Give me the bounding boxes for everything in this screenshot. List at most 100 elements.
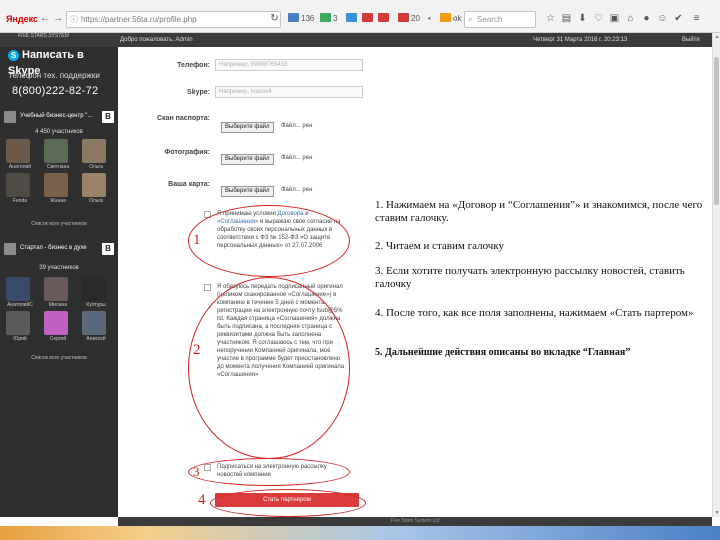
disk-extension[interactable]	[346, 12, 359, 26]
member-card[interactable]: Сергей	[44, 311, 70, 342]
instruction-step-1: 1. Нажимаем на «Договор и “Соглашения”» …	[375, 199, 703, 224]
all-members-link[interactable]: Список всех участников	[0, 355, 118, 361]
calendar-extension[interactable]: 3	[320, 12, 337, 26]
member-card[interactable]: Ольга	[82, 173, 108, 204]
scroll-thumb[interactable]	[714, 57, 719, 205]
library-icon[interactable]: ▤	[560, 12, 573, 25]
avatar	[6, 139, 30, 163]
business-center-1[interactable]: Учебный бизнес-центр "... B	[4, 111, 114, 125]
address-text: https://partner.56ta.ru/profile.php	[81, 15, 197, 24]
ok-extension[interactable]: ok	[440, 12, 461, 26]
center-badge: B	[102, 243, 114, 255]
yandex-logo[interactable]: Яндекс	[6, 14, 38, 24]
member-card[interactable]: Културы	[82, 277, 108, 308]
page-scrollbar[interactable]: ▲ ▼	[712, 33, 720, 517]
center-icon	[4, 111, 16, 123]
member-card[interactable]: Fenda	[6, 173, 32, 204]
shield-icon[interactable]: ▣	[608, 12, 621, 25]
skype-label: Skype:	[187, 89, 210, 96]
members-count: 4 450 участников	[35, 129, 83, 135]
instruction-step-4: 4. После того, как все поля заполнены, н…	[375, 307, 694, 319]
back-arrow-icon[interactable]: ←	[38, 12, 52, 26]
site-brand[interactable]: FIVE STARS SYSTEM	[18, 33, 69, 39]
instruction-step-2: 2. Читаем и ставим галочку	[375, 240, 505, 252]
bookmark-star-icon[interactable]: ☆	[544, 12, 557, 25]
annotation-oval-2	[188, 277, 350, 459]
avatar	[82, 277, 106, 301]
annotation-oval-4	[210, 489, 366, 517]
browser-toolbar: Яндекс ← → ⓘ https://partner.56ta.ru/pro…	[0, 0, 720, 33]
annotation-number-4: 4	[198, 492, 206, 508]
ok-icon	[440, 13, 451, 22]
avatar	[6, 311, 30, 335]
annotation-oval-3	[188, 458, 350, 486]
member-card[interactable]: АнатолийС	[6, 277, 33, 308]
sidebar: S Написать в Skype Телефон тех. поддержки…	[0, 47, 118, 517]
member-card[interactable]: Алексей	[82, 311, 108, 342]
support-phone: 8(800)222-82-72	[12, 85, 99, 97]
scroll-up-arrow-icon[interactable]: ▲	[713, 33, 720, 41]
calendar-icon	[320, 13, 331, 22]
passport-label: Скан паспорта:	[157, 115, 210, 122]
skype-link[interactable]: S Написать в Skype	[4, 47, 114, 77]
search-icon: ⌕	[468, 15, 473, 24]
photo-label: Фотография:	[164, 149, 210, 156]
center-title: Стартап - бизнес в духе	[20, 245, 87, 251]
avatar	[44, 139, 68, 163]
annotation-oval-1	[188, 205, 350, 277]
support-phone-label: Телефон тех. поддержки	[8, 71, 100, 80]
avatar	[82, 173, 106, 197]
scroll-down-arrow-icon[interactable]: ▼	[713, 509, 720, 517]
disk-icon	[346, 13, 357, 22]
passport-file-button[interactable]: Выберите файл	[221, 122, 274, 133]
card-file-button[interactable]: Выберите файл	[221, 186, 274, 197]
annotation-number-3: 3	[193, 464, 200, 479]
tasks-icon	[362, 13, 373, 22]
annotation-number-1: 1	[193, 232, 201, 248]
site-footer: Five Stars System Ltd	[118, 517, 712, 526]
address-bar[interactable]: ⓘ https://partner.56ta.ru/profile.php	[66, 11, 281, 28]
card-file-status: Файл... рен	[281, 187, 313, 193]
home-icon[interactable]: ⌂	[624, 12, 637, 25]
all-members-link[interactable]: Список всех участников	[0, 221, 118, 227]
pocket-icon[interactable]: ♡	[592, 12, 605, 25]
business-center-2[interactable]: Стартап - бизнес в духе B	[4, 243, 114, 257]
member-card[interactable]: Ольга	[82, 139, 108, 170]
current-date: Четверг 31 Марта 2016 г. 20:23:13	[533, 37, 628, 43]
search-input[interactable]: ⌕ Search	[464, 11, 536, 28]
member-card[interactable]: Светлана	[44, 139, 70, 170]
checkmark-icon[interactable]: ✔	[672, 12, 685, 25]
center-icon	[4, 243, 16, 255]
member-card[interactable]: Жанна	[44, 173, 70, 204]
menu-icon[interactable]: ≡	[690, 12, 703, 25]
logout-link[interactable]: Выйти	[682, 33, 700, 47]
center-title: Учебный бизнес-центр "...	[20, 113, 93, 119]
member-card[interactable]: Милана	[44, 277, 70, 308]
reload-icon[interactable]: ↻	[268, 12, 281, 25]
dots-extension[interactable]: •	[428, 12, 431, 26]
tasks-extension[interactable]	[362, 12, 375, 26]
member-card[interactable]: Юрий	[6, 311, 32, 342]
direct-icon	[378, 13, 389, 22]
direct-extension[interactable]	[378, 12, 391, 26]
member-card[interactable]: Анатолий	[6, 139, 32, 170]
photo-file-button[interactable]: Выберите файл	[221, 154, 274, 165]
consent-checkbox-original[interactable]	[204, 284, 211, 291]
center-badge: B	[102, 111, 114, 123]
phone-field[interactable]: Например, 89998765433	[215, 59, 363, 71]
addon-icon[interactable]: ●	[640, 12, 653, 25]
mail-extension[interactable]: 136	[288, 12, 314, 26]
photo-file-status: Файл... рен	[281, 155, 313, 161]
avatar	[44, 311, 68, 335]
download-icon[interactable]: ⬇	[576, 12, 589, 25]
user-icon[interactable]: ☺	[656, 12, 669, 25]
avatar	[44, 173, 68, 197]
instruction-step-3: 3. Если хотите получать электронную расс…	[375, 265, 685, 290]
skype-field[interactable]: Например, Ivanov4	[215, 86, 363, 98]
annotation-number-2: 2	[193, 342, 201, 358]
forward-arrow-icon[interactable]: →	[51, 12, 65, 26]
messages-extension[interactable]: 20	[398, 12, 420, 26]
card-label: Ваша карта:	[168, 181, 210, 188]
info-icon[interactable]: ⓘ	[70, 12, 78, 27]
passport-file-status: Файл... рен	[281, 123, 313, 129]
